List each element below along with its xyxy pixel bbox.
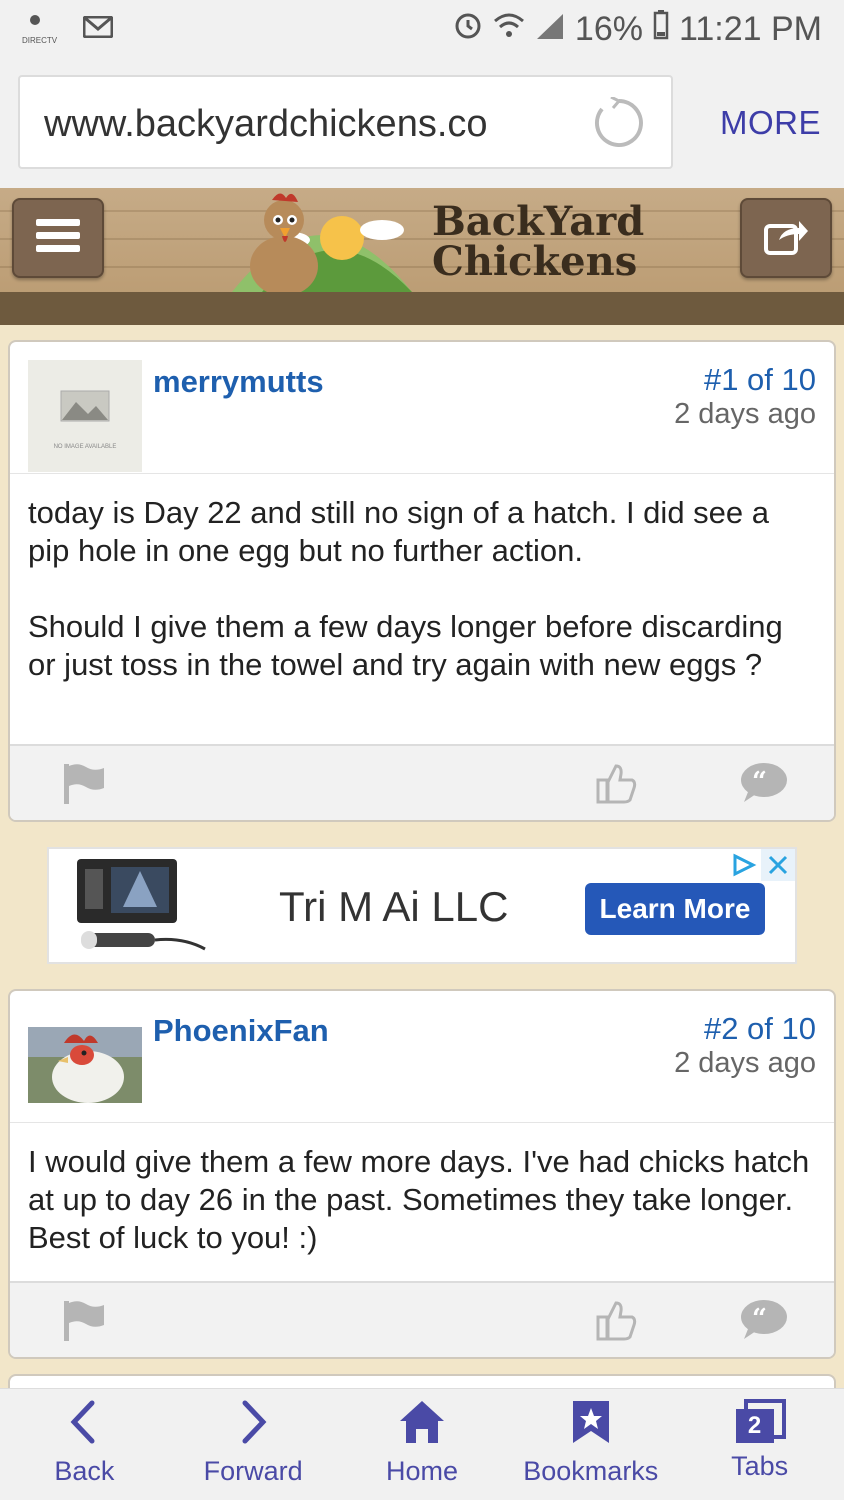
ad-choices-icon[interactable]: [727, 849, 761, 881]
post-actions: “: [10, 1281, 834, 1357]
share-icon: [763, 216, 809, 261]
chevron-left-icon: [64, 1399, 104, 1450]
quote-icon[interactable]: “: [740, 1299, 788, 1344]
site-logo-text[interactable]: BackYard Chickens: [432, 202, 644, 282]
post-actions: “: [10, 744, 834, 820]
home-button[interactable]: Home: [338, 1389, 507, 1500]
back-label: Back: [54, 1456, 115, 1486]
post-body: I would give them a few more days. I've …: [28, 1144, 818, 1255]
learn-more-button[interactable]: Learn More: [585, 883, 765, 935]
close-ad-icon[interactable]: [761, 849, 795, 881]
tabs-label: Tabs: [731, 1451, 789, 1481]
ad-banner[interactable]: Tri M Ai LLC Learn More: [47, 847, 797, 964]
directv-icon: DIRECTV: [22, 14, 57, 45]
ad-choices[interactable]: [727, 849, 795, 881]
post-username[interactable]: PhoenixFan: [153, 1013, 329, 1049]
forward-button[interactable]: Forward: [169, 1389, 338, 1500]
battery-icon: [653, 9, 669, 49]
home-icon: [398, 1399, 446, 1450]
post-header: PhoenixFan #2 of 10 2 days ago: [10, 991, 834, 1123]
bookmarks-label: Bookmarks: [523, 1456, 659, 1486]
mail-icon: [82, 15, 114, 43]
post-number[interactable]: #1 of 10: [704, 362, 816, 398]
thumbs-up-icon[interactable]: [596, 762, 638, 809]
status-bar: DIRECTV 16% 11:21 PM: [0, 0, 844, 58]
tab-count: 2: [747, 1412, 762, 1439]
battery-percent: 16%: [574, 9, 643, 48]
browser-bottom-nav: Back Forward Home Bookmarks 2 Tabs: [0, 1388, 844, 1500]
avatar-placeholder-text: NO IMAGE AVAILABLE: [53, 444, 117, 450]
clock: 11:21 PM: [678, 9, 822, 48]
reload-icon[interactable]: [593, 95, 645, 154]
menu-button[interactable]: [12, 198, 104, 278]
bookmarks-button[interactable]: Bookmarks: [506, 1389, 675, 1500]
tabs-icon: 2: [734, 1399, 786, 1445]
wifi-icon: [493, 10, 525, 49]
carrier-label: DIRECTV: [22, 35, 58, 45]
address-bar[interactable]: www.backyardchickens.co: [18, 75, 673, 169]
post-header: NO IMAGE AVAILABLE merrymutts #1 of 10 2…: [10, 342, 834, 474]
url-text[interactable]: www.backyardchickens.co: [44, 103, 564, 146]
signal-icon: [535, 10, 565, 49]
post-body: today is Day 22 and still no sign of a h…: [28, 495, 783, 682]
forward-label: Forward: [203, 1456, 303, 1486]
quote-icon[interactable]: “: [740, 762, 788, 807]
ultrasound-device-icon: [73, 857, 209, 962]
more-button[interactable]: MORE: [720, 104, 821, 142]
post-card: NO IMAGE AVAILABLE merrymutts #1 of 10 2…: [8, 340, 836, 822]
tabs-button[interactable]: 2 Tabs: [675, 1389, 844, 1500]
header-strip: [0, 292, 844, 325]
flag-icon[interactable]: [62, 762, 106, 809]
alarm-icon: [453, 10, 483, 49]
site-header: BackYard Chickens: [0, 188, 844, 325]
back-button[interactable]: Back: [0, 1389, 169, 1500]
ad-title[interactable]: Tri M Ai LLC: [279, 883, 508, 931]
post-username[interactable]: merrymutts: [153, 364, 324, 400]
flag-icon[interactable]: [62, 1299, 106, 1346]
image-placeholder-icon: [60, 390, 110, 427]
hamburger-icon: [36, 217, 80, 260]
post-time: 2 days ago: [674, 398, 816, 430]
thumbs-up-icon[interactable]: [596, 1299, 638, 1346]
post-card: PhoenixFan #2 of 10 2 days ago I would g…: [8, 989, 836, 1359]
chicken-logo-icon[interactable]: [222, 188, 422, 297]
bookmark-star-icon: [571, 1399, 611, 1450]
avatar[interactable]: [28, 1027, 142, 1103]
svg-text:“: “: [752, 1304, 767, 1334]
post-time: 2 days ago: [674, 1047, 816, 1079]
rooster-avatar-icon: [28, 1027, 142, 1107]
share-button[interactable]: [740, 198, 832, 278]
browser-toolbar: www.backyardchickens.co MORE: [0, 58, 844, 188]
svg-text:“: “: [752, 767, 767, 797]
avatar[interactable]: NO IMAGE AVAILABLE: [28, 360, 142, 472]
home-label: Home: [385, 1456, 458, 1486]
chevron-right-icon: [233, 1399, 273, 1450]
post-number[interactable]: #2 of 10: [704, 1011, 816, 1047]
